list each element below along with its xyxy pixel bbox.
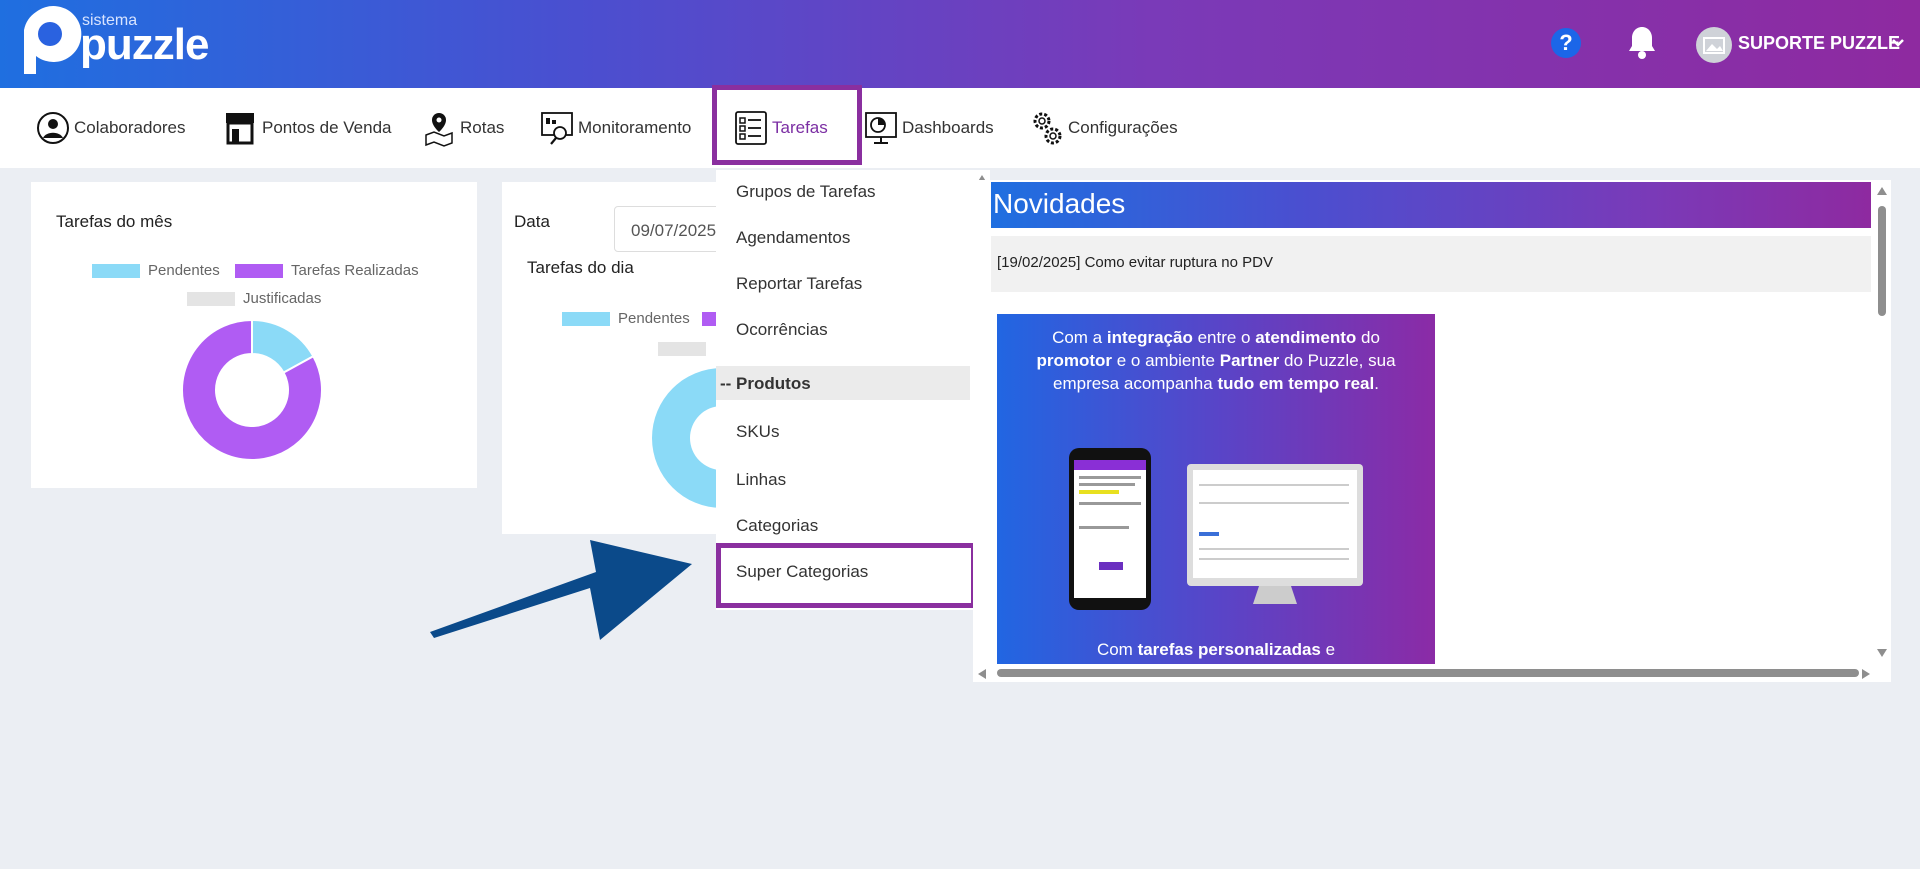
news-vscroll-thumb[interactable]: [1878, 206, 1886, 316]
user-circle-icon: [37, 112, 69, 144]
legend-pendentes[interactable]: Pendentes: [92, 262, 220, 279]
gears-icon: [1033, 112, 1062, 145]
news-vertical-scrollbar[interactable]: [1874, 180, 1890, 670]
menu-item-skus[interactable]: SKUs: [736, 422, 779, 442]
day-card-title: Tarefas do dia: [527, 258, 634, 277]
user-name[interactable]: SUPORTE PUZZLE: [1738, 33, 1900, 54]
nav-pontos-de-venda[interactable]: Pontos de Venda: [222, 88, 392, 168]
legend-swatch: [235, 263, 283, 278]
scroll-left-icon[interactable]: [977, 668, 987, 680]
legend-label: Pendentes: [618, 310, 690, 327]
month-tasks-card: Tarefas do mês Pendentes Tarefas Realiza…: [31, 182, 477, 488]
day-donut-chart: [652, 368, 722, 508]
nav-label: Configurações: [1068, 118, 1178, 137]
nav-label: Monitoramento: [578, 118, 692, 137]
news-title: Novidades: [991, 182, 1871, 228]
nav-label: Colaboradores: [74, 118, 186, 137]
legend-swatch: [562, 311, 610, 326]
menu-item-agendamentos[interactable]: Agendamentos: [736, 228, 850, 248]
main-nav: Colaboradores Pontos de Venda Rotas Moni…: [0, 88, 1920, 168]
monitor-search-icon: [541, 112, 573, 145]
bell-icon[interactable]: [1626, 24, 1658, 60]
super-categorias-highlight-box: [716, 543, 976, 608]
legend-swatch: [187, 291, 235, 306]
menu-item-categorias[interactable]: Categorias: [736, 516, 818, 536]
legend-realizadas[interactable]: Tarefas Realizadas: [235, 262, 419, 279]
news-image[interactable]: Com a integração entre o atendimento do …: [997, 314, 1435, 664]
phone-mockup-icon: [1069, 448, 1151, 610]
puzzle-logo-icon[interactable]: [14, 2, 84, 82]
legend-label: Tarefas Realizadas: [291, 262, 419, 279]
scroll-down-icon[interactable]: [1876, 648, 1888, 658]
nav-rotas[interactable]: Rotas: [422, 88, 504, 168]
logo-title: puzzle: [80, 20, 209, 69]
legend-swatch: [701, 311, 716, 326]
nav-monitoramento[interactable]: Monitoramento: [540, 88, 691, 168]
help-icon[interactable]: ?: [1551, 28, 1581, 58]
nav-label: Dashboards: [902, 118, 994, 137]
legend-swatch: [658, 342, 706, 356]
legend-justificadas[interactable]: Justificadas: [187, 290, 321, 307]
menu-item-grupos-de-tarefas[interactable]: Grupos de Tarefas: [736, 182, 876, 202]
menu-item-linhas[interactable]: Linhas: [736, 470, 786, 490]
news-hscroll-thumb[interactable]: [997, 669, 1859, 677]
date-label: Data: [514, 212, 550, 231]
menu-item-reportar-tarefas[interactable]: Reportar Tarefas: [736, 274, 862, 294]
arrow-pointer-icon: [430, 540, 692, 640]
legend-label: Pendentes: [148, 262, 220, 279]
nav-label: Pontos de Venda: [262, 118, 392, 137]
avatar[interactable]: [1696, 27, 1732, 63]
month-card-title: Tarefas do mês: [56, 212, 173, 231]
top-header: sistema puzzle ? SUPORTE PUZZLE: [0, 0, 1920, 88]
legend-label: Justificadas: [243, 290, 322, 307]
news-image-caption: Com a integração entre o atendimento do …: [1036, 328, 1396, 393]
image-placeholder-icon: [1703, 37, 1725, 54]
nav-dashboards[interactable]: Dashboards: [864, 88, 994, 168]
chevron-down-icon[interactable]: [1891, 36, 1905, 50]
news-horizontal-scrollbar[interactable]: [973, 664, 1891, 682]
legend-pendentes-day[interactable]: Pendentes: [562, 310, 724, 327]
legend-swatch: [92, 263, 140, 278]
nav-label: Rotas: [460, 118, 505, 137]
menu-item-ocorrencias[interactable]: Ocorrências: [736, 320, 828, 340]
menu-section-produtos: -- Produtos: [716, 366, 970, 400]
tarefas-highlight-box: [712, 85, 862, 165]
news-image-footer: Com tarefas personalizadas e: [1096, 640, 1336, 659]
month-donut-chart: [182, 320, 322, 460]
map-pin-icon: [425, 113, 453, 147]
news-panel: Novidades [19/02/2025] Como evitar ruptu…: [973, 180, 1891, 682]
news-item[interactable]: [19/02/2025] Como evitar ruptura no PDV: [991, 236, 1871, 292]
dashboard-icon: [865, 112, 897, 144]
scroll-right-icon[interactable]: [1861, 668, 1871, 680]
scroll-up-icon[interactable]: [1876, 186, 1888, 196]
monitor-mockup-icon: [1187, 464, 1363, 604]
nav-colaboradores[interactable]: Colaboradores: [36, 88, 186, 168]
store-icon: [226, 113, 254, 145]
nav-configuracoes[interactable]: Configurações: [1030, 88, 1178, 168]
